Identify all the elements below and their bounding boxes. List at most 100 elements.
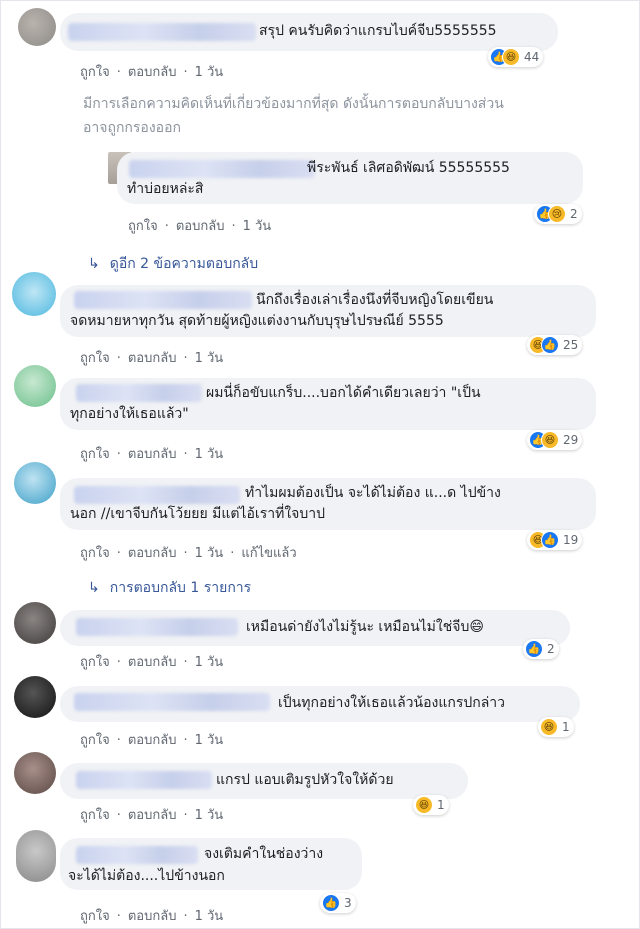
reply-link[interactable]: ตอบกลับ bbox=[128, 808, 177, 823]
like-link[interactable]: ถูกใจ bbox=[80, 655, 110, 670]
reaction-summary[interactable]: 😆 👍 19 bbox=[527, 530, 583, 550]
haha-icon: 😆 bbox=[540, 718, 558, 736]
comment-bubble: เหมือนด่ายังไงไม่รู้นะ เหมือนไม่ใช่จีบ😄 bbox=[60, 610, 570, 646]
avatar[interactable] bbox=[14, 752, 56, 794]
commenter-name-blurred[interactable] bbox=[129, 160, 315, 178]
separator: · bbox=[116, 65, 121, 80]
commenter-name-blurred[interactable] bbox=[76, 618, 238, 636]
separator: · bbox=[116, 447, 121, 462]
separator: · bbox=[231, 219, 236, 234]
comment-text: ทำบ่อยหล่ะสิ bbox=[127, 181, 204, 197]
separator: · bbox=[183, 546, 188, 561]
comment-text: เหมือนด่ายังไงไม่รู้นะ เหมือนไม่ใช่จีบ😄 bbox=[246, 619, 484, 635]
timestamp[interactable]: 1 วัน bbox=[195, 65, 224, 80]
timestamp[interactable]: 1 วัน bbox=[195, 909, 224, 924]
reply-link[interactable]: ตอบกลับ bbox=[128, 546, 177, 561]
like-link[interactable]: ถูกใจ bbox=[80, 733, 110, 748]
avatar[interactable] bbox=[14, 462, 56, 504]
reaction-summary[interactable]: 👍 3 bbox=[320, 893, 356, 913]
avatar[interactable] bbox=[12, 272, 56, 316]
comment-bubble: นึกถึงเรื่องเล่าเรื่องนึงที่จีบหญิงโดยเข… bbox=[60, 285, 596, 337]
avatar[interactable] bbox=[14, 602, 56, 644]
view-more-replies-label: ดูอีก 2 ข้อความตอบกลับ bbox=[109, 256, 259, 272]
separator: · bbox=[183, 909, 188, 924]
comment-bubble: จงเติมคำในช่องว่าง จะได้ไม่ต้อง....ไปข้า… bbox=[60, 838, 362, 890]
comment-text: จดหมายหาทุกวัน สุดท้ายผู้หญิงแต่งงานกับบ… bbox=[70, 313, 444, 329]
commenter-name-blurred[interactable] bbox=[74, 486, 240, 504]
edited-label[interactable]: แก้ไขแล้ว bbox=[241, 546, 296, 561]
like-link[interactable]: ถูกใจ bbox=[80, 546, 110, 561]
view-more-replies-link[interactable]: ↳ ดูอีก 2 ข้อความตอบกลับ bbox=[88, 253, 258, 275]
comment-text: จงเติมคำในช่องว่าง bbox=[204, 846, 324, 862]
timestamp[interactable]: 1 วัน bbox=[195, 808, 224, 823]
reply-arrow-icon: ↳ bbox=[88, 256, 100, 272]
avatar[interactable] bbox=[18, 8, 56, 46]
reaction-summary[interactable]: 😆 1 bbox=[413, 795, 449, 815]
reply-link[interactable]: ตอบกลับ bbox=[128, 351, 177, 366]
separator: · bbox=[183, 655, 188, 670]
like-link[interactable]: ถูกใจ bbox=[80, 447, 110, 462]
reaction-summary[interactable]: 👍 😢 2 bbox=[534, 204, 582, 224]
avatar[interactable] bbox=[16, 830, 56, 882]
comment-bubble: ทำไมผมต้องเป็น จะได้ไม่ต้อง แ...ด ไปข้าง… bbox=[60, 478, 596, 530]
like-link[interactable]: ถูกใจ bbox=[80, 65, 110, 80]
separator: · bbox=[116, 733, 121, 748]
separator: · bbox=[116, 909, 121, 924]
sad-icon: 😢 bbox=[548, 205, 566, 223]
commenter-name-blurred[interactable] bbox=[74, 291, 252, 309]
like-link[interactable]: ถูกใจ bbox=[80, 351, 110, 366]
timestamp[interactable]: 1 วัน bbox=[243, 219, 272, 234]
reaction-summary[interactable]: 👍 😆 29 bbox=[527, 430, 583, 450]
reaction-summary[interactable]: 😆 1 bbox=[538, 717, 574, 737]
reaction-count: 25 bbox=[563, 338, 579, 352]
reaction-count: 3 bbox=[344, 896, 352, 910]
reply-link[interactable]: ตอบกลับ bbox=[128, 909, 177, 924]
replies-count-link[interactable]: ↳ การตอบกลับ 1 รายการ bbox=[88, 577, 251, 599]
commenter-name-blurred[interactable] bbox=[76, 846, 198, 864]
separator: · bbox=[183, 808, 188, 823]
avatar[interactable] bbox=[14, 365, 56, 407]
reply-link[interactable]: ตอบกลับ bbox=[128, 65, 177, 80]
comment-bubble: แกรป แอบเติมรูปหัวใจให้ด้วย bbox=[60, 763, 468, 799]
reaction-summary[interactable]: 😆 👍 25 bbox=[527, 335, 583, 355]
haha-icon: 😆 bbox=[415, 796, 433, 814]
comment-text: พีระพันธ์ เลิศอดิพัฒน์ 55555555 bbox=[307, 160, 510, 176]
filter-notice-line: อาจถูกกรองออก bbox=[83, 120, 181, 136]
reaction-count: 1 bbox=[562, 720, 570, 734]
comment-text: ผมนี่ก็อขับแกร็บ....บอกได้คำเดียวเลยว่า … bbox=[206, 385, 481, 401]
comment-bubble: เป็นทุกอย่างให้เธอแล้วน้องแกรปกล่าว bbox=[60, 686, 580, 722]
reply-link[interactable]: ตอบกลับ bbox=[176, 219, 225, 234]
like-link[interactable]: ถูกใจ bbox=[80, 808, 110, 823]
reaction-count: 44 bbox=[524, 50, 540, 64]
separator: · bbox=[183, 65, 188, 80]
reply-link[interactable]: ตอบกลับ bbox=[128, 655, 177, 670]
avatar[interactable] bbox=[14, 676, 56, 718]
reply-link[interactable]: ตอบกลับ bbox=[128, 447, 177, 462]
separator: · bbox=[116, 808, 121, 823]
timestamp[interactable]: 1 วัน bbox=[195, 655, 224, 670]
timestamp[interactable]: 1 วัน bbox=[195, 351, 224, 366]
comment-bubble: พีระพันธ์ เลิศอดิพัฒน์ 55555555 ทำบ่อยหล… bbox=[117, 152, 583, 204]
separator: · bbox=[183, 733, 188, 748]
filter-notice-line: มีการเลือกความคิดเห็นที่เกี่ยวข้องมากที่… bbox=[83, 96, 504, 112]
reaction-summary[interactable]: 👍 😆 44 bbox=[488, 47, 544, 67]
like-link[interactable]: ถูกใจ bbox=[128, 219, 158, 234]
replies-count-label: การตอบกลับ 1 รายการ bbox=[109, 580, 252, 596]
comment-text: เป็นทุกอย่างให้เธอแล้วน้องแกรปกล่าว bbox=[278, 695, 506, 711]
reaction-summary[interactable]: 👍 2 bbox=[523, 639, 559, 659]
like-icon: 👍 bbox=[322, 894, 340, 912]
commenter-name-blurred[interactable] bbox=[74, 693, 270, 711]
timestamp[interactable]: 1 วัน bbox=[195, 733, 224, 748]
like-icon: 👍 bbox=[541, 531, 559, 549]
commenter-name-blurred[interactable] bbox=[76, 384, 202, 402]
timestamp[interactable]: 1 วัน bbox=[195, 447, 224, 462]
reply-arrow-icon: ↳ bbox=[88, 580, 100, 596]
comment-text: จะได้ไม่ต้อง....ไปข้างนอก bbox=[68, 868, 225, 884]
reaction-count: 1 bbox=[437, 798, 445, 812]
reply-link[interactable]: ตอบกลับ bbox=[128, 733, 177, 748]
like-link[interactable]: ถูกใจ bbox=[80, 909, 110, 924]
commenter-name-blurred[interactable] bbox=[76, 771, 212, 789]
commenter-name-blurred[interactable] bbox=[68, 23, 256, 41]
timestamp[interactable]: 1 วัน bbox=[195, 546, 224, 561]
reaction-count: 2 bbox=[547, 642, 555, 656]
